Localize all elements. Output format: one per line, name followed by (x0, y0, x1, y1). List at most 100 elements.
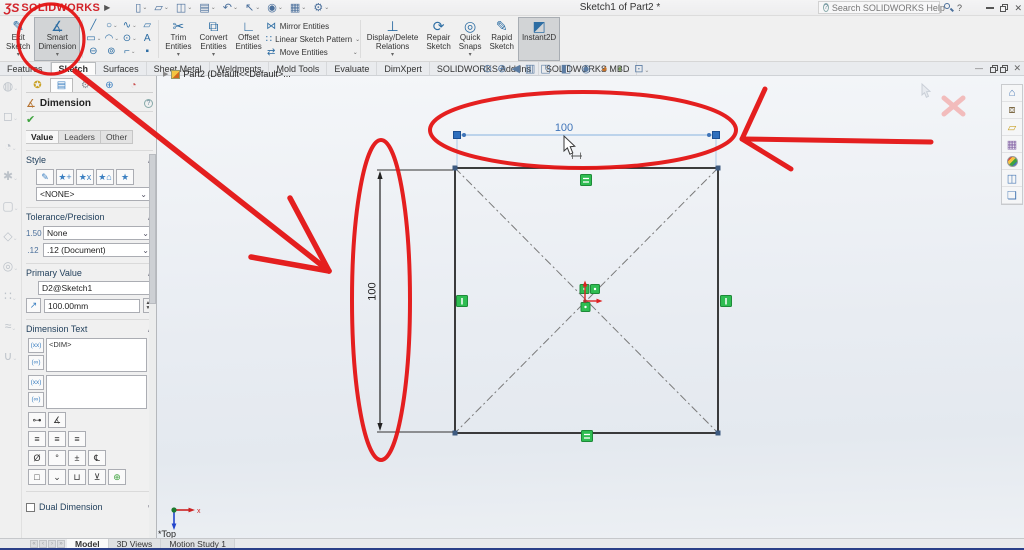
mirror-entities-button[interactable]: ⋈ Mirror Entities (266, 20, 358, 32)
previous-view-icon[interactable]: ◀ (511, 64, 520, 77)
doc-restore-button[interactable] (990, 65, 998, 73)
undo-icon[interactable]: ↶⌄ (220, 1, 241, 14)
offset-entities-button[interactable]: ∟ Offset Entities (232, 17, 266, 61)
save-icon[interactable]: ◫⌄ (173, 1, 195, 14)
slot-tool[interactable]: ⊖ (85, 45, 102, 58)
tab-surfaces[interactable]: Surfaces (96, 62, 147, 75)
custom-properties-icon[interactable]: ◫ (1002, 170, 1022, 187)
text-below-icon[interactable]: (∞) (28, 355, 44, 370)
restore-button[interactable] (1000, 4, 1008, 12)
view-orientation-icon[interactable]: ◳⌄ (540, 64, 556, 77)
perimeter-circle-tool[interactable]: ⊚ (103, 45, 120, 58)
dimension-handle-left[interactable] (454, 132, 461, 139)
panel-help-icon[interactable]: ? (144, 99, 153, 108)
spline-tool[interactable]: ∿⌄ (121, 19, 138, 32)
depth-symbol-button[interactable]: ⊻ (88, 469, 106, 485)
apply-scene-icon[interactable]: ◐⌄ (618, 64, 631, 77)
text-below-icon-2[interactable]: (∞) (28, 392, 44, 407)
options-icon[interactable]: ⚙⌄ (310, 1, 332, 14)
ellipse-tool[interactable]: ⊙⌄ (121, 32, 138, 45)
dimension-value-input[interactable]: 100.00mm (44, 299, 140, 313)
circle-tool[interactable]: ○⌄ (103, 19, 120, 32)
tab-dimxpert[interactable]: DimXpert (377, 62, 430, 75)
exit-sketch-button[interactable]: ✎ Exit Sketch ▾ (2, 17, 34, 61)
strip-revolve-icon[interactable]: ◻⌄ (3, 110, 18, 125)
centerline-symbol-button[interactable]: ℄ (88, 450, 106, 466)
dimension-handle-right[interactable] (713, 132, 720, 139)
strip-extrude-icon[interactable]: ◍⌄ (3, 80, 19, 95)
tab-value[interactable]: Value (26, 130, 59, 144)
pm-tab-featuremanager[interactable]: ✪ (26, 78, 49, 92)
zoom-to-fit-icon[interactable]: ⊙ (483, 64, 493, 77)
smart-dimension-button[interactable]: ∡ Smart Dimension ▾ (34, 17, 80, 61)
tab-features[interactable]: Features (0, 62, 51, 75)
rectangle-tool[interactable]: ▭⌄ (85, 32, 102, 45)
minimize-button[interactable] (986, 7, 994, 9)
forum-icon[interactable]: ❏ (1002, 187, 1022, 204)
close-button[interactable]: ✕ (1014, 3, 1022, 14)
strip-shell-icon[interactable]: ∪⌄ (4, 350, 18, 365)
justify-left-button[interactable]: ≡ (28, 431, 46, 447)
tab-3d-views[interactable]: 3D Views (109, 539, 162, 548)
strip-cut-icon[interactable]: ◇⌄ (3, 230, 17, 245)
horizontal-constraint-top[interactable] (581, 175, 592, 186)
text-tool[interactable]: A (139, 32, 156, 45)
sketch-canvas[interactable]: 100 100 (157, 76, 1024, 538)
strip-loft-icon[interactable]: ✱⌄ (3, 170, 18, 185)
justify-right-button[interactable]: ≡ (68, 431, 86, 447)
solidworks-resources-icon[interactable]: ⌂ (1002, 85, 1022, 102)
hide-show-items-icon[interactable]: ◉⌄ (581, 64, 597, 77)
graphics-viewport[interactable]: ▶ Part2 (Default<<Default>... (157, 76, 1024, 538)
strip-pattern-icon[interactable]: ∷⌄ (4, 290, 17, 305)
text-above-icon[interactable]: (xx) (28, 338, 44, 353)
style-load-button[interactable]: ★ (116, 169, 134, 185)
style-apply-default-button[interactable]: ✎ (36, 169, 54, 185)
pm-tab-configurationmanager[interactable]: ⚙ (74, 78, 97, 92)
justify-center-button[interactable]: ≡ (48, 431, 66, 447)
tree-expand-icon[interactable]: ▶ (163, 70, 168, 78)
tab-motion-study-1[interactable]: Motion Study 1 (161, 539, 235, 548)
dual-dimension-checkbox[interactable] (26, 503, 35, 512)
degree-symbol-button[interactable]: ° (48, 450, 66, 466)
pm-tab-propertymanager[interactable]: ▤ (50, 78, 73, 92)
edit-appearance-icon[interactable]: ◕⌄ (601, 64, 614, 77)
instant2d-button[interactable]: ◩ Instant2D (518, 17, 560, 61)
style-select[interactable]: <NONE>⌄ (36, 187, 151, 201)
tolerance-select[interactable]: None⌄ (43, 226, 153, 240)
add-parenthesis-button[interactable]: ⊶ (28, 412, 46, 428)
quick-snaps-button[interactable]: ◎ Quick Snaps ▾ (455, 17, 486, 61)
rebuild-icon[interactable]: ◉⌄ (264, 1, 286, 14)
tree-part-label[interactable]: Part2 (Default<<Default>... (183, 69, 290, 79)
tab-model[interactable]: Model (67, 539, 109, 548)
strip-fillet-icon[interactable]: ≈⌄ (5, 320, 17, 335)
repair-sketch-button[interactable]: ⟳ Repair Sketch (422, 17, 454, 61)
doc-restore-button-2[interactable] (1000, 65, 1008, 73)
precision-select[interactable]: .12 (Document)⌄ (43, 243, 153, 257)
strip-sweep-icon[interactable]: ◔⌄ (4, 140, 16, 155)
view-settings-icon[interactable]: ⊡⌄ (634, 64, 649, 77)
linear-sketch-pattern-button[interactable]: ∷ Linear Sketch Pattern ⌄ (266, 33, 358, 45)
dimension-name-field[interactable]: D2@Sketch1 (38, 281, 151, 295)
trim-entities-button[interactable]: ✂ Trim Entities ▾ (161, 17, 195, 61)
dimension-text-area-2[interactable] (46, 375, 147, 409)
zoom-to-area-icon[interactable]: ⊕ (497, 64, 507, 77)
style-save-button[interactable]: ★⌂ (96, 169, 114, 185)
tab-other[interactable]: Other (101, 130, 133, 144)
help-button[interactable]: ? (957, 3, 962, 13)
appearances-scenes-icon[interactable] (1002, 153, 1022, 170)
ok-check-button[interactable]: ✔ (26, 112, 153, 127)
pm-tab-dimxpertmanager[interactable]: ⊕ (98, 78, 121, 92)
dimension-left-value[interactable]: 100 (367, 282, 379, 300)
search-box[interactable]: ? Search SOLIDWORKS Help (818, 1, 940, 14)
diameter-symbol-button[interactable]: Ø (28, 450, 46, 466)
open-file-icon[interactable]: ▱⌄ (151, 1, 172, 14)
view-palette-icon[interactable]: ▦ (1002, 136, 1022, 153)
dimension-100-vertical[interactable]: 100 (367, 170, 454, 432)
select-icon[interactable]: ↖⌄ (242, 1, 263, 14)
move-entities-button[interactable]: ⇄ Move Entities ⌄ (266, 46, 358, 58)
counterbore-symbol-button[interactable]: ⊔ (68, 469, 86, 485)
dimension-top-value[interactable]: 100 (555, 122, 573, 134)
point-tool[interactable]: ▪ (139, 45, 156, 58)
style-add-button[interactable]: ★+ (56, 169, 74, 185)
tab-sketch[interactable]: Sketch (51, 62, 97, 75)
